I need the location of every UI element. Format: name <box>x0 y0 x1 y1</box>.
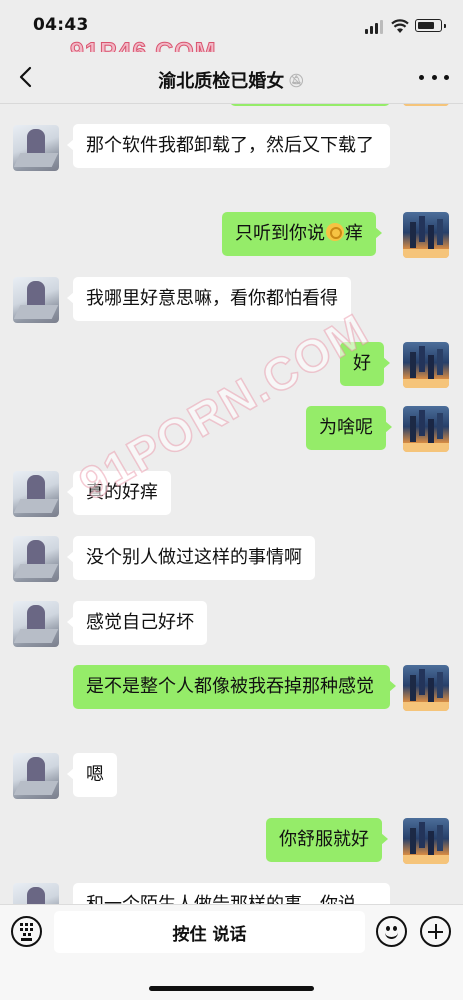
message-bubble[interactable]: 我哪里好意思嘛，看你都怕看得 <box>67 277 351 321</box>
keyboard-icon[interactable] <box>11 916 42 947</box>
avatar-contact[interactable] <box>13 125 59 171</box>
avatar-self[interactable] <box>403 818 449 864</box>
message-bubble[interactable]: 嗯 <box>67 753 117 797</box>
mute-icon: 🔕︎ <box>288 74 305 89</box>
plus-icon[interactable] <box>420 916 451 947</box>
message-bubble[interactable]: 没个别人做过这样的事情啊 <box>67 536 315 580</box>
message-bubble[interactable]: 和一个陌生人做告那样的事，你说 <box>73 883 390 904</box>
message-bubble[interactable]: 是不是整个人都像被我吞掉那种感觉 <box>73 665 396 709</box>
avatar-contact[interactable] <box>13 601 59 647</box>
avatar-self[interactable] <box>403 665 449 711</box>
avatar-self[interactable] <box>403 406 449 452</box>
avatar-contact[interactable] <box>13 536 59 582</box>
home-indicator <box>149 986 314 991</box>
avatar-contact[interactable] <box>13 277 59 323</box>
avatar-contact[interactable] <box>13 753 59 799</box>
chat-message-list[interactable]: 那个软件我都卸载了，然后又下载了 只听到你说痒 我哪里好意思嘛，看你都怕看得 好… <box>0 104 463 904</box>
message-bubble[interactable]: 真的好痒 <box>67 471 171 515</box>
message-bubble[interactable]: 那个软件我都卸载了，然后又下载了 <box>67 124 390 168</box>
message-bubble-cut[interactable] <box>230 104 390 106</box>
message-bubble[interactable]: 你舒服就好 <box>266 818 388 862</box>
avatar-contact[interactable] <box>13 883 59 904</box>
status-time: 04:43 <box>33 15 89 35</box>
emoji-icon[interactable] <box>376 916 407 947</box>
input-bar: 按住 说话 <box>0 904 463 1000</box>
chat-header: 渝北质检已婚女 🔕︎ <box>0 52 463 104</box>
avatar-contact[interactable] <box>13 471 59 517</box>
battery-icon <box>415 19 446 32</box>
hold-to-talk-button[interactable]: 按住 说话 <box>54 911 365 953</box>
wifi-icon <box>391 19 409 33</box>
message-bubble[interactable]: 感觉自己好坏 <box>67 601 207 645</box>
message-text: 只听到你说 <box>235 223 325 244</box>
avatar-self[interactable] <box>403 212 449 258</box>
message-bubble[interactable]: 为啥呢 <box>306 406 392 450</box>
message-bubble[interactable]: 好 <box>340 342 390 386</box>
chat-title-text: 渝北质检已婚女 <box>158 71 285 92</box>
avatar-self[interactable] <box>403 342 449 388</box>
signal-icon <box>365 20 385 34</box>
message-bubble[interactable]: 只听到你说痒 <box>222 212 382 256</box>
more-dots-icon[interactable] <box>419 64 449 90</box>
message-text: 痒 <box>345 223 363 244</box>
chevron-left-icon[interactable] <box>10 62 40 92</box>
avatar-self[interactable] <box>403 104 449 106</box>
ok-hand-icon <box>326 223 344 241</box>
chat-title: 渝北质检已婚女 🔕︎ <box>70 67 393 93</box>
